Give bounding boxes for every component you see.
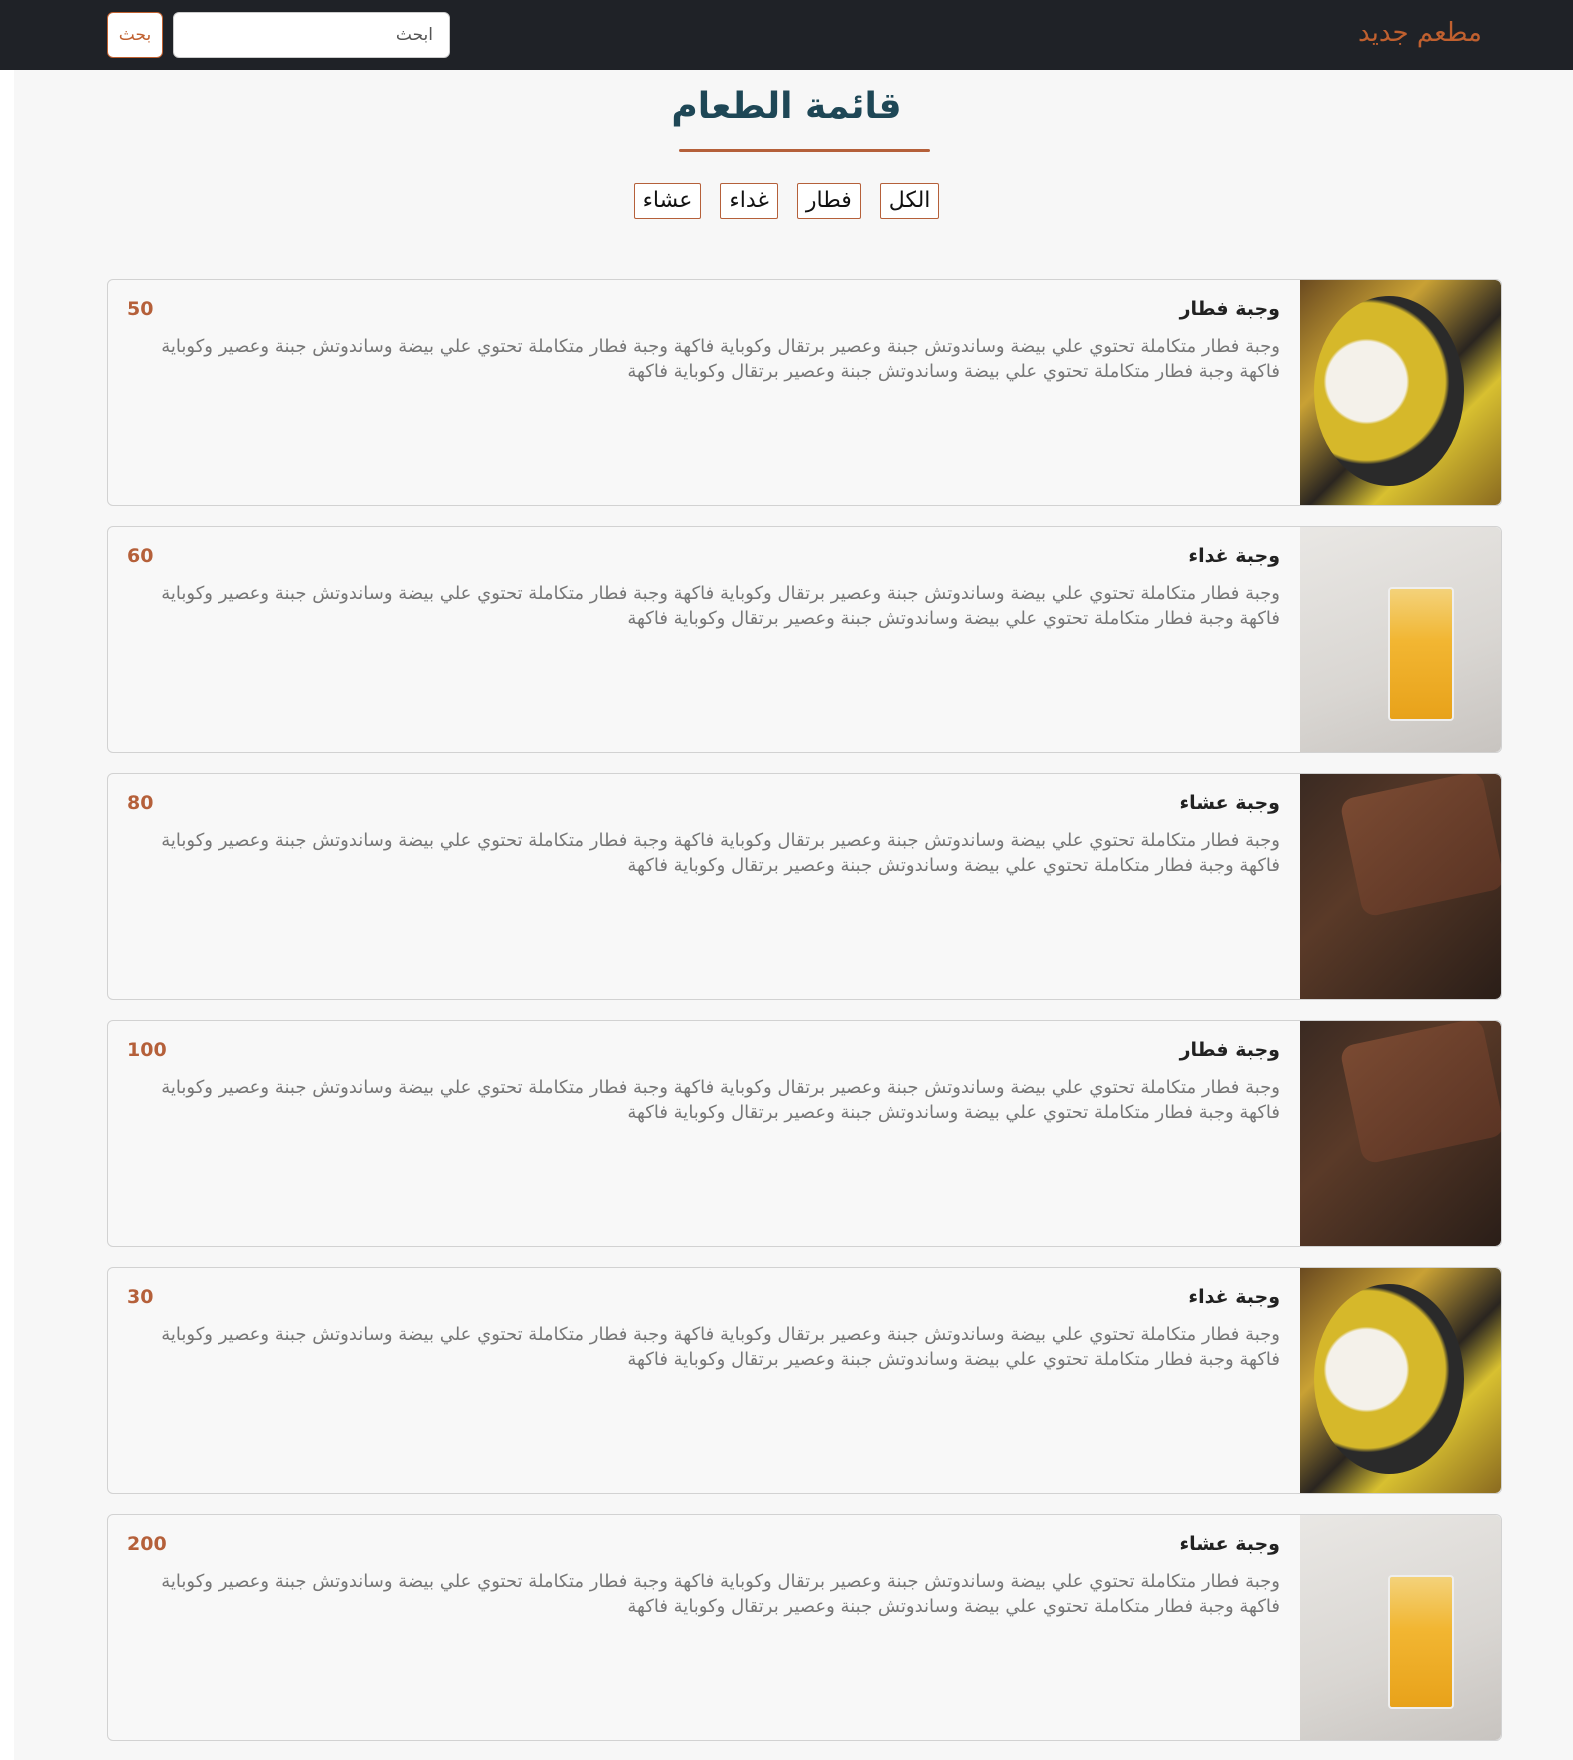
filter-dinner-button[interactable]: عشاء (633, 183, 702, 219)
page-title: قائمة الطعام (671, 86, 902, 127)
filter-lunch-button[interactable]: غداء (720, 183, 778, 219)
card-price: 80 (127, 792, 154, 814)
card-title: وجبة غداء (1188, 545, 1280, 567)
menu-card[interactable]: وجبة غداء 30 وجبة فطار متكاملة تحتوي علي… (107, 1267, 1502, 1494)
card-description: وجبة فطار متكاملة تحتوي علي بيضة وساندوت… (161, 1077, 1280, 1123)
juice-glass-image (1300, 1515, 1501, 1740)
search-button[interactable]: بحث (107, 12, 163, 58)
card-title: وجبة فطار (1179, 298, 1280, 320)
filter-bar: الكل فطار غداء عشاء (0, 183, 1573, 219)
card-price: 200 (127, 1533, 167, 1555)
chocolate-cake-image (1300, 774, 1501, 999)
menu-card[interactable]: وجبة غداء 60 وجبة فطار متكاملة تحتوي علي… (107, 526, 1502, 753)
card-description: وجبة فطار متكاملة تحتوي علي بيضة وساندوت… (161, 583, 1280, 629)
card-price: 60 (127, 545, 154, 567)
card-description: وجبة فطار متكاملة تحتوي علي بيضة وساندوت… (161, 336, 1280, 382)
card-title: وجبة عشاء (1179, 792, 1280, 814)
card-title: وجبة غداء (1188, 1286, 1280, 1308)
breakfast-plate-image (1300, 1268, 1501, 1493)
juice-glass-image (1300, 527, 1501, 752)
chocolate-cake-image (1300, 1021, 1501, 1246)
card-title: وجبة عشاء (1179, 1533, 1280, 1555)
menu-card[interactable]: وجبة عشاء 80 وجبة فطار متكاملة تحتوي علي… (107, 773, 1502, 1000)
menu-card[interactable]: وجبة فطار 50 وجبة فطار متكاملة تحتوي علي… (107, 279, 1502, 506)
filter-breakfast-button[interactable]: فطار (796, 183, 861, 219)
search-input[interactable] (173, 12, 450, 58)
card-price: 100 (127, 1039, 167, 1061)
breakfast-plate-image (1300, 280, 1501, 505)
menu-card[interactable]: وجبة عشاء 200 وجبة فطار متكاملة تحتوي عل… (107, 1514, 1502, 1741)
card-title: وجبة فطار (1179, 1039, 1280, 1061)
card-description: وجبة فطار متكاملة تحتوي علي بيضة وساندوت… (161, 1571, 1280, 1617)
card-description: وجبة فطار متكاملة تحتوي علي بيضة وساندوت… (161, 1324, 1280, 1370)
title-underline (679, 149, 930, 152)
card-price: 30 (127, 1286, 154, 1308)
card-description: وجبة فطار متكاملة تحتوي علي بيضة وساندوت… (161, 830, 1280, 876)
filter-all-button[interactable]: الكل (879, 183, 940, 219)
menu-card[interactable]: وجبة فطار 100 وجبة فطار متكاملة تحتوي عل… (107, 1020, 1502, 1247)
menu-list: وجبة فطار 50 وجبة فطار متكاملة تحتوي علي… (107, 279, 1502, 1760)
card-price: 50 (127, 298, 154, 320)
brand-link[interactable]: مطعم جديد (1358, 18, 1482, 48)
navbar: مطعم جديد بحث (0, 0, 1573, 70)
